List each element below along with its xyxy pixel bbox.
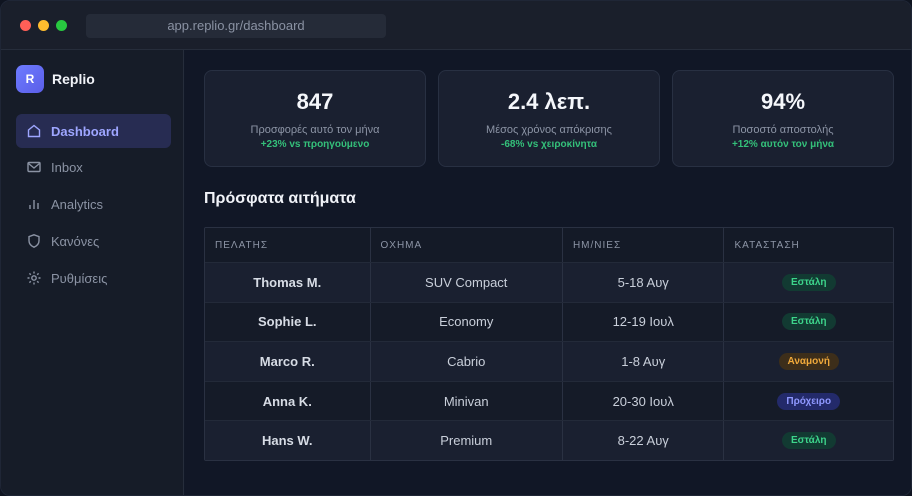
status-cell: Εστάλη (723, 302, 893, 342)
dates-cell: 8-22 Αυγ (561, 421, 724, 460)
browser-titlebar: app.replio.gr/dashboard (1, 1, 911, 50)
sidebar-item-label: Κανόνες (51, 233, 100, 249)
mail-icon (27, 161, 41, 173)
stat-card-offers: 847 Προσφορές αυτό τον μήνα +23% vs προη… (204, 70, 426, 167)
sidebar-item-settings[interactable]: Ρυθμίσεις (16, 261, 171, 295)
shield-icon (28, 234, 40, 248)
stat-label: Ποσοστό αποστολής (732, 124, 834, 136)
stat-card-send-rate: 94% Ποσοστό αποστολής +12% αυτόν τον μήν… (672, 70, 894, 167)
customer-cell: Sophie L. (258, 314, 317, 330)
dates-cell: 20-30 Ιουλ (561, 381, 724, 421)
brand-logo: R (16, 65, 44, 93)
status-cell: Πρόχειρο (723, 381, 893, 421)
column-header-vehicle[interactable]: ΟΧΗΜΑ (369, 228, 562, 262)
close-window-button[interactable] (20, 20, 31, 31)
table-row[interactable]: Anna K. Minivan 20-30 Ιουλ Πρόχειρο (205, 380, 893, 421)
vehicle-cell: Minivan (369, 381, 562, 421)
customer-cell: Thomas M. (253, 274, 322, 290)
status-badge: Εστάλη (781, 313, 836, 331)
sidebar-item-label: Inbox (51, 159, 83, 175)
column-header-dates[interactable]: ΗΜ/ΝΙΕΣ (561, 228, 724, 262)
home-icon (27, 124, 41, 138)
table-header-row: ΠΕΛΑΤΗΣ ΟΧΗΜΑ ΗΜ/ΝΙΕΣ ΚΑΤΑΣΤΑΣΗ (205, 228, 893, 262)
stat-value: 847 (296, 89, 334, 114)
section-title: Πρόσφατα αιτήματα (204, 190, 356, 207)
customer-cell: Anna K. (262, 393, 312, 409)
status-cell: Εστάλη (723, 421, 893, 460)
table-row[interactable]: Sophie L. Economy 12-19 Ιουλ Εστάλη (205, 301, 893, 342)
status-cell: Εστάλη (723, 263, 893, 302)
status-badge: Εστάλη (781, 273, 836, 291)
customer-cell: Marco R. (259, 353, 315, 369)
stat-label: Μέσος χρόνος απόκρισης (486, 124, 612, 136)
stat-delta: -68% vs χειροκίνητα (501, 139, 597, 150)
customer-cell: Hans W. (261, 433, 313, 449)
table-row[interactable]: Thomas M. SUV Compact 5-18 Αυγ Εστάλη (205, 262, 893, 302)
status-badge: Πρόχειρο (777, 392, 841, 410)
sidebar-item-label: Dashboard (51, 123, 119, 139)
stat-delta: +12% αυτόν τον μήνα (731, 139, 835, 150)
app-window: app.replio.gr/dashboard R Replio Dashboa… (0, 0, 912, 496)
vehicle-cell: SUV Compact (369, 263, 562, 302)
sidebar-item-label: Analytics (51, 196, 104, 212)
gear-icon (27, 271, 41, 285)
table-row[interactable]: Hans W. Premium 8-22 Αυγ Εστάλη (205, 420, 893, 460)
vehicle-cell: Premium (369, 421, 562, 460)
dates-cell: 12-19 Ιουλ (561, 302, 724, 342)
table-row[interactable]: Marco R. Cabrio 1-8 Αυγ Αναμονή (205, 341, 893, 381)
status-badge: Εστάλη (781, 432, 836, 450)
sidebar-item-label: Ρυθμίσεις (51, 270, 108, 286)
stat-label: Προσφορές αυτό τον μήνα (250, 124, 380, 136)
bar-chart-icon (29, 200, 39, 209)
requests-table: ΠΕΛΑΤΗΣ ΟΧΗΜΑ ΗΜ/ΝΙΕΣ ΚΑΤΑΣΤΑΣΗ Thomas M… (204, 227, 894, 461)
sidebar-item-dashboard[interactable]: Dashboard (16, 114, 171, 148)
main-content: 847 Προσφορές αυτό τον μήνα +23% vs προη… (185, 50, 911, 495)
stat-delta: +23% vs προηγούμενο (260, 139, 370, 150)
sidebar-item-inbox[interactable]: Inbox (16, 150, 171, 184)
minimize-window-button[interactable] (38, 20, 49, 31)
dates-cell: 5-18 Αυγ (561, 263, 724, 302)
sidebar-item-analytics[interactable]: Analytics (16, 187, 171, 221)
sidebar: R Replio Dashboard Inbox Analytics Κανόν… (1, 50, 184, 495)
stat-value: 94% (760, 89, 806, 114)
address-bar[interactable]: app.replio.gr/dashboard (86, 14, 386, 38)
dates-cell: 1-8 Αυγ (561, 342, 724, 381)
stat-value: 2.4 λεπ. (507, 89, 591, 114)
column-header-status[interactable]: ΚΑΤΑΣΤΑΣΗ (723, 228, 893, 262)
status-badge: Αναμονή (778, 352, 839, 370)
brand[interactable]: R Replio (16, 65, 95, 93)
vehicle-cell: Cabrio (369, 342, 562, 381)
sidebar-item-rules[interactable]: Κανόνες (16, 224, 171, 258)
column-header-customer[interactable]: ΠΕΛΑΤΗΣ (205, 228, 370, 262)
stat-card-response-time: 2.4 λεπ. Μέσος χρόνος απόκρισης -68% vs … (438, 70, 660, 167)
maximize-window-button[interactable] (56, 20, 67, 31)
brand-name: Replio (52, 71, 95, 87)
status-cell: Αναμονή (723, 342, 893, 381)
vehicle-cell: Economy (369, 302, 562, 342)
